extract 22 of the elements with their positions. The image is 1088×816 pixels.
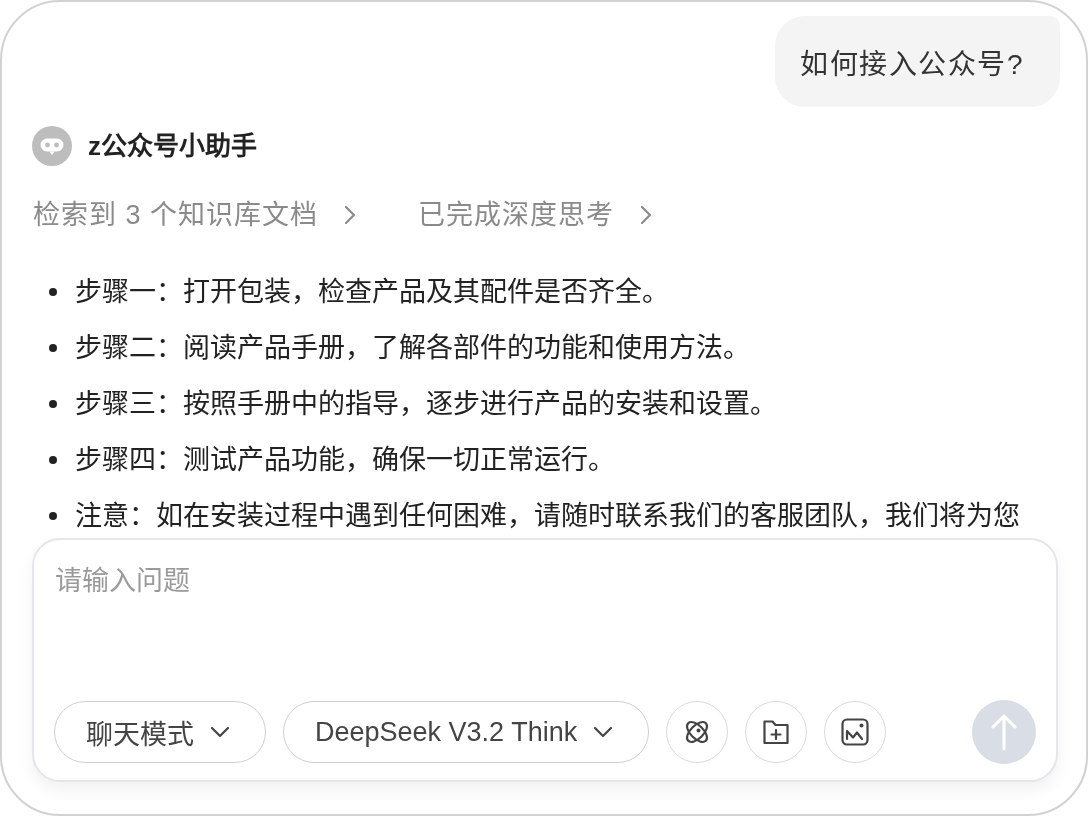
assistant-name: z公众号小助手	[88, 130, 257, 162]
question-input[interactable]: 请输入问题	[54, 540, 1036, 701]
bullet-icon	[49, 512, 57, 520]
list-item-text: 步骤四：测试产品功能，确保一切正常运行。	[75, 444, 615, 476]
folder-plus-icon	[762, 718, 791, 746]
list-item-text: 步骤一：打开包装，检查产品及其配件是否齐全。	[75, 276, 669, 308]
robot-face-icon	[32, 126, 72, 166]
message-composer[interactable]: 请输入问题 聊天模式 DeepSeek V3.2 Think	[32, 538, 1058, 782]
bullet-icon	[49, 456, 57, 464]
image-icon	[841, 718, 870, 746]
chevron-down-icon	[210, 726, 230, 738]
list-item-text: 注意：如在安装过程中遇到任何困难，请随时联系我们的客服团队，我们将为您	[75, 500, 1020, 532]
bullet-icon	[49, 400, 57, 408]
bullet-icon	[49, 344, 57, 352]
list-item-text: 步骤三：按照手册中的指导，逐步进行产品的安装和设置。	[75, 388, 777, 420]
bullet-icon	[49, 288, 57, 296]
list-item-text: 步骤二：阅读产品手册，了解各部件的功能和使用方法。	[75, 332, 750, 364]
arrow-up-icon	[991, 713, 1017, 751]
user-message-bubble: 如何接入公众号?	[775, 16, 1060, 107]
chevron-down-icon	[593, 726, 614, 738]
dropdown-button[interactable]: 聊天模式	[54, 701, 266, 763]
dropdown-button[interactable]: DeepSeek V3.2 Think	[283, 701, 650, 763]
